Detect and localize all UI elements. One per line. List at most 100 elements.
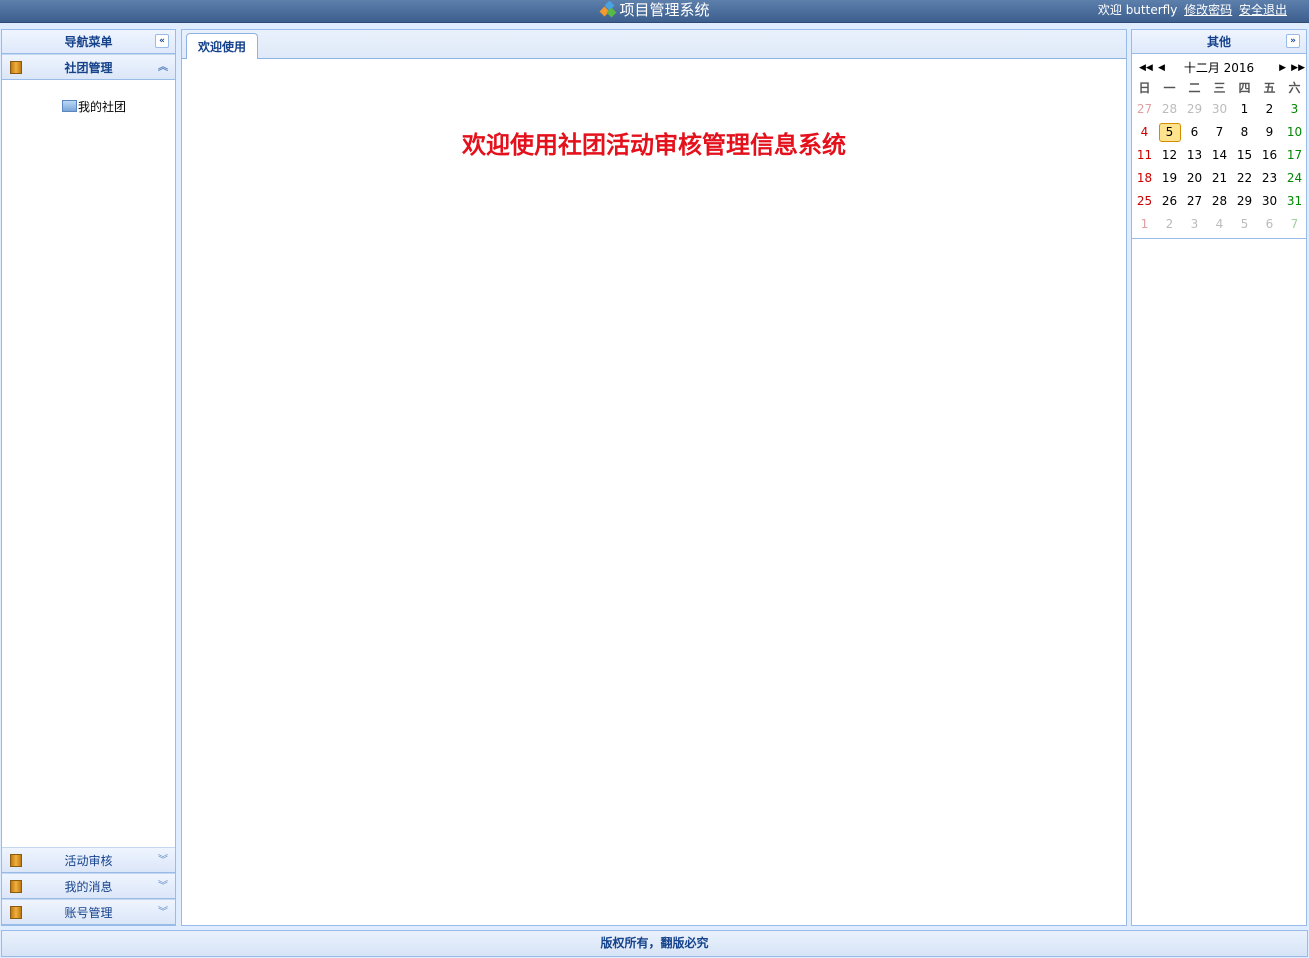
chevron-up-icon[interactable]: ︽ [158,55,168,81]
change-password-link[interactable]: 修改密码 [1184,3,1232,17]
calendar-day[interactable]: 13 [1182,144,1207,167]
calendar-day-number: 28 [1211,194,1228,208]
app-title-text: 项目管理系统 [619,1,710,19]
calendar-day[interactable]: 27 [1182,190,1207,213]
accordion-label: 活动审核 [64,854,113,868]
calendar-day[interactable]: 11 [1132,144,1157,167]
accordion-header-my-messages[interactable]: 我的消息 ︾ [2,873,175,899]
next-year-icon[interactable]: ▶▶ [1291,57,1305,79]
calendar-day-number: 4 [1215,217,1224,231]
logout-link[interactable]: 安全退出 [1239,3,1287,17]
calendar-day[interactable]: 31 [1282,190,1307,213]
calendar-day[interactable]: 22 [1232,167,1257,190]
nav-menu-header: 导航菜单 « [2,30,175,54]
calendar-header: ◀◀ ◀ 十二月 2016 ▶ ▶▶ [1132,57,1306,79]
calendar-day[interactable]: 5 [1232,213,1257,236]
calendar-day-number: 3 [1190,217,1199,231]
calendar-day-number: 2 [1165,217,1174,231]
calendar-weekday: 三 [1213,81,1226,95]
nav-menu-title: 导航菜单 [64,35,113,49]
calendar-day-number: 2 [1265,102,1274,116]
other-panel-header: 其他 » [1132,30,1306,54]
calendar-day[interactable]: 4 [1207,213,1232,236]
calendar-day[interactable]: 29 [1182,98,1207,121]
prev-year-icon[interactable]: ◀◀ [1139,57,1153,79]
calendar-day-number: 29 [1236,194,1253,208]
calendar-day[interactable]: 20 [1182,167,1207,190]
calendar-day[interactable]: 24 [1282,167,1307,190]
calendar-month-year[interactable]: 十二月 2016 [1184,61,1254,75]
calendar-day[interactable]: 3 [1182,213,1207,236]
user-area: 欢迎 butterfly 修改密码 安全退出 [1098,0,1287,21]
calendar-day[interactable]: 15 [1232,144,1257,167]
calendar-day-number: 1 [1140,217,1149,231]
calendar-day-number: 30 [1261,194,1278,208]
other-panel-title: 其他 [1206,35,1231,49]
calendar-day[interactable]: 17 [1282,144,1307,167]
calendar-day[interactable]: 30 [1207,98,1232,121]
calendar-day-number: 16 [1261,148,1278,162]
calendar-day-number: 7 [1215,125,1224,139]
calendar-day[interactable]: 19 [1157,167,1182,190]
double-chevron-left-icon[interactable]: « [155,34,169,48]
other-panel: 其他 » ◀◀ ◀ 十二月 2016 ▶ ▶▶ 日一二三四五六 27 28 29 30 1… [1131,29,1307,926]
calendar-day-selected[interactable]: 5 [1157,121,1182,144]
calendar-day[interactable]: 14 [1207,144,1232,167]
accordion-label: 我的消息 [64,880,113,894]
calendar-day[interactable]: 8 [1232,121,1257,144]
calendar-day[interactable]: 23 [1257,167,1282,190]
calendar-weekday: 二 [1188,81,1201,95]
calendar-day[interactable]: 9 [1257,121,1282,144]
calendar-day-number: 11 [1136,148,1153,162]
chevron-down-icon[interactable]: ︾ [158,900,168,926]
calendar-day-number: 25 [1136,194,1153,208]
calendar-day[interactable]: 26 [1157,190,1182,213]
calendar-day-number: 10 [1286,125,1303,139]
top-bar: 项目管理系统 欢迎 butterfly 修改密码 安全退出 [0,0,1309,23]
calendar-day[interactable]: 18 [1132,167,1157,190]
accordion-collapsed-sections: 活动审核 ︾ 我的消息 ︾ 账号管理 ︾ [2,847,175,925]
double-chevron-right-icon[interactable]: » [1286,34,1300,48]
accordion-label: 账号管理 [64,906,113,920]
accordion-header-account-management[interactable]: 账号管理 ︾ [2,899,175,925]
calendar-day[interactable]: 29 [1232,190,1257,213]
calendar-day-number: 7 [1290,217,1299,231]
chevron-down-icon[interactable]: ︾ [158,848,168,874]
calendar-weekday: 日 [1138,81,1151,95]
calendar-day[interactable]: 6 [1182,121,1207,144]
calendar-day[interactable]: 4 [1132,121,1157,144]
calendar-day[interactable]: 12 [1157,144,1182,167]
calendar-day[interactable]: 1 [1232,98,1257,121]
calendar-day[interactable]: 30 [1257,190,1282,213]
calendar-day-number: 31 [1286,194,1303,208]
calendar-day[interactable]: 1 [1132,213,1157,236]
calendar-day-number: 29 [1186,102,1203,116]
calendar-day[interactable]: 28 [1207,190,1232,213]
accordion-header-club-management[interactable]: 社团管理 ︽ [2,54,175,80]
calendar-day[interactable]: 7 [1207,121,1232,144]
calendar-day[interactable]: 25 [1132,190,1157,213]
calendar-day-number: 18 [1136,171,1153,185]
calendar-day[interactable]: 7 [1282,213,1307,236]
nav-item-my-club[interactable]: 我的社团 [62,98,126,116]
calendar-day[interactable]: 21 [1207,167,1232,190]
calendar-day-number: 21 [1211,171,1228,185]
calendar-day[interactable]: 10 [1282,121,1307,144]
next-month-icon[interactable]: ▶ [1279,57,1286,79]
welcome-heading: 欢迎使用社团活动审核管理信息系统 [462,131,846,159]
calendar-weekday: 一 [1163,81,1176,95]
calendar-day[interactable]: 2 [1257,98,1282,121]
book-icon [10,906,22,919]
calendar-day[interactable]: 6 [1257,213,1282,236]
calendar-day[interactable]: 3 [1282,98,1307,121]
tab-welcome[interactable]: 欢迎使用 [186,33,259,60]
calendar-day[interactable]: 2 [1157,213,1182,236]
calendar-day-number: 28 [1161,102,1178,116]
calendar-day-number: 12 [1161,148,1178,162]
accordion-header-activity-review[interactable]: 活动审核 ︾ [2,847,175,873]
prev-month-icon[interactable]: ◀ [1158,57,1165,79]
calendar-day[interactable]: 27 [1132,98,1157,121]
chevron-down-icon[interactable]: ︾ [158,874,168,900]
calendar-day[interactable]: 16 [1257,144,1282,167]
calendar-day[interactable]: 28 [1157,98,1182,121]
